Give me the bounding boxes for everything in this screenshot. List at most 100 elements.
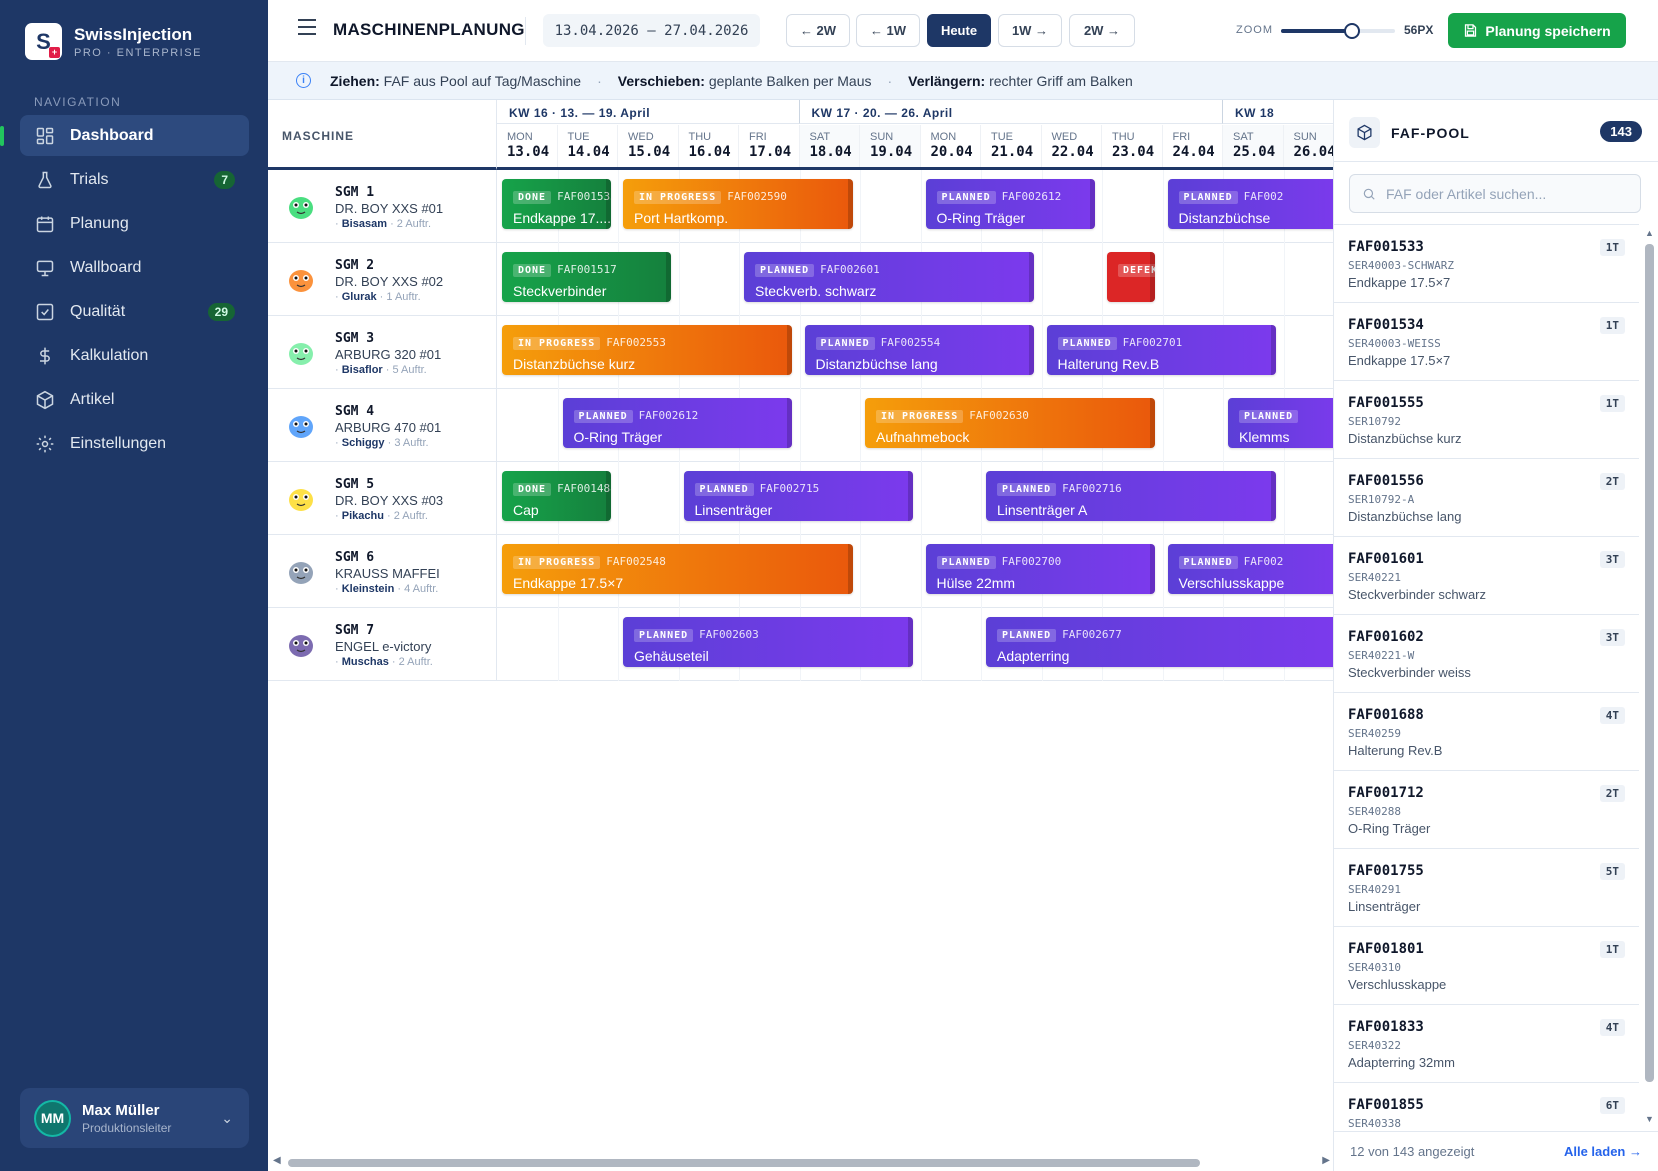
sidebar-item-label: Einstellungen: [70, 434, 167, 452]
order-bar[interactable]: PLANNED FAF002603 Gehäuseteil: [623, 617, 914, 667]
menu-icon[interactable]: [298, 19, 316, 35]
machine-meta: · Glurak · 1 Auftr.: [335, 291, 421, 303]
sidebar-item-trials[interactable]: Trials 7: [20, 159, 249, 200]
save-plan-button[interactable]: Planung speichern: [1448, 13, 1626, 48]
ser-number: SER40003-SCHWARZ: [1348, 259, 1454, 272]
back-2w-button[interactable]: ← 2W: [786, 14, 850, 47]
sidebar-item-dashboard[interactable]: Dashboard: [20, 115, 249, 156]
order-bar[interactable]: PLANNED FAF002677 Adapterring: [986, 617, 1333, 667]
machine-lane[interactable]: DONE FAF001533 Endkappe 17.... IN PROGRESS F…: [497, 170, 1333, 243]
chevron-down-icon[interactable]: ⌄: [221, 1110, 233, 1127]
order-bar[interactable]: DONE FAF001533 Endkappe 17....: [502, 179, 611, 229]
forward-1w-button[interactable]: 1W →: [998, 14, 1062, 47]
machine-info[interactable]: SGM 6 KRAUSS MAFFEI · Kleinstein · 4 Auftr…: [268, 535, 497, 608]
sidebar-item-artikel[interactable]: Artikel: [20, 379, 249, 420]
sidebar-item-planung[interactable]: Planung: [20, 203, 249, 244]
order-bar[interactable]: PLANNED FAF002612 O-Ring Träger: [925, 179, 1095, 229]
pool-item[interactable]: FAF001534 SER40003-WEISS Endkappe 17.5×7 1T: [1334, 303, 1639, 381]
faf-number: FAF002715: [759, 482, 820, 495]
machine-lane[interactable]: IN PROGRESS FAF002548 Endkappe 17.5×7 PLANN…: [497, 535, 1333, 608]
machine-lane[interactable]: PLANNED FAF002603 Gehäuseteil PLANNED FAF002…: [497, 608, 1333, 681]
duration-tag: 4T: [1599, 1019, 1625, 1036]
app-logo: S +: [25, 23, 62, 60]
sidebar-item-qualit-t[interactable]: Qualität 29: [20, 291, 249, 332]
machine-row: SGM 7 ENGEL e-victory · Muschas · 2 Auftr.…: [268, 608, 1333, 681]
order-bar[interactable]: PLANNED FAF002601 Steckverb. schwarz: [744, 252, 1035, 302]
machine-info[interactable]: SGM 7 ENGEL e-victory · Muschas · 2 Auftr.: [268, 608, 497, 681]
machine-info[interactable]: SGM 5 DR. BOY XXS #03 · Pikachu · 2 Auftr.: [268, 462, 497, 535]
status-badge: IN PROGRESS: [513, 337, 601, 350]
status-badge: PLANNED: [997, 483, 1057, 496]
user-menu[interactable]: MM Max Müller Produktionsleiter ⌄: [20, 1088, 249, 1148]
order-bar[interactable]: IN PROGRESS FAF002630 Aufnahmebock: [865, 398, 1156, 448]
sidebar-item-kalkulation[interactable]: Kalkulation: [20, 335, 249, 376]
today-button[interactable]: Heute: [927, 14, 991, 47]
brand[interactable]: S + SwissInjection PRO · ENTERPRISE: [25, 23, 202, 60]
faf-number: FAF001712: [1348, 785, 1424, 801]
scroll-right-icon[interactable]: ▶: [1322, 1155, 1330, 1166]
order-bar[interactable]: IN PROGRESS FAF002590 Port Hartkomp.: [623, 179, 853, 229]
pool-search[interactable]: [1349, 174, 1641, 213]
pool-item[interactable]: FAF001755 SER40291 Linsenträger 5T: [1334, 849, 1639, 927]
sidebar-nav: Dashboard Trials 7 Planung Wallboard Qualität…: [20, 115, 249, 467]
zoom-slider[interactable]: [1281, 23, 1395, 39]
pool-item[interactable]: FAF001556 SER10792-A Distanzbüchse lang 2T: [1334, 459, 1639, 537]
order-bar[interactable]: DEFEKT: [1107, 252, 1156, 302]
zoom-slider-thumb[interactable]: [1343, 23, 1360, 39]
date-range-display[interactable]: 13.04.2026 — 27.04.2026: [543, 14, 760, 47]
order-bar[interactable]: DONE FAF001488 Cap: [502, 471, 611, 521]
day-header: TUE 21.04: [981, 125, 1042, 167]
machine-lane[interactable]: DONE FAF001488 Cap PLANNED FAF002715 Linsentr…: [497, 462, 1333, 535]
machine-name: ARBURG 320 #01: [335, 347, 442, 362]
pool-item[interactable]: FAF001602 SER40221-W Steckverbinder weiss 3…: [1334, 615, 1639, 693]
pool-item[interactable]: FAF001712 SER40288 O-Ring Träger 2T: [1334, 771, 1639, 849]
machine-lane[interactable]: IN PROGRESS FAF002553 Distanzbüchse kurz PL…: [497, 316, 1333, 389]
order-bar[interactable]: PLANNED FAF002700 Hülse 22mm: [925, 544, 1156, 594]
order-bar[interactable]: PLANNED FAF002701 Halterung Rev.B: [1046, 325, 1277, 375]
sidebar-item-einstellungen[interactable]: Einstellungen: [20, 423, 249, 464]
order-bar[interactable]: PLANNED FAF002 Distanzbüchse: [1167, 179, 1333, 229]
order-bar[interactable]: DONE FAF001517 Steckverbinder: [502, 252, 672, 302]
box-icon: [34, 389, 56, 411]
timeline-header: KW 16 · 13. — 19. April KW 17 · 20. — 26.…: [497, 100, 1333, 170]
day-name: WED: [1051, 131, 1078, 143]
scrollbar-thumb[interactable]: [1645, 244, 1654, 1082]
forward-2w-button[interactable]: 2W →: [1069, 14, 1135, 47]
load-all-link[interactable]: Alle laden →: [1564, 1144, 1642, 1159]
pool-item[interactable]: FAF001801 SER40310 Verschlusskappe 1T: [1334, 927, 1639, 1005]
pool-item[interactable]: FAF001833 SER40322 Adapterring 32mm 4T: [1334, 1005, 1639, 1083]
pool-search-input[interactable]: [1386, 185, 1626, 202]
user-role: Produktionsleiter: [82, 1120, 172, 1135]
pool-item[interactable]: FAF001555 SER10792 Distanzbüchse kurz 1T: [1334, 381, 1639, 459]
order-bar[interactable]: PLANNED FAF002716 Linsenträger A: [986, 471, 1277, 521]
order-bar[interactable]: PLANNED FAF002612 O-Ring Träger: [562, 398, 793, 448]
scroll-up-icon[interactable]: ▲: [1645, 228, 1654, 238]
back-1w-button[interactable]: ← 1W: [856, 14, 920, 47]
ser-number: SER40338: [1348, 1117, 1401, 1130]
order-bar[interactable]: IN PROGRESS FAF002548 Endkappe 17.5×7: [502, 544, 853, 594]
sidebar-item-wallboard[interactable]: Wallboard: [20, 247, 249, 288]
order-count: · 2 Auftr.: [391, 656, 433, 668]
day-date: 25.04: [1233, 144, 1276, 160]
scrollbar-thumb[interactable]: [288, 1159, 1200, 1167]
pool-item[interactable]: FAF001601 SER40221 Steckverbinder schwarz 3…: [1334, 537, 1639, 615]
order-bar[interactable]: PLANNED FAF002 Verschlusskappe: [1167, 544, 1333, 594]
pool-scrollbar[interactable]: ▲ ▼: [1640, 224, 1658, 1131]
order-bar[interactable]: IN PROGRESS FAF002553 Distanzbüchse kurz: [502, 325, 793, 375]
order-bar[interactable]: PLANNED FAF002715 Linsenträger: [683, 471, 914, 521]
pool-item[interactable]: FAF001533 SER40003-SCHWARZ Endkappe 17.5×7…: [1334, 225, 1639, 303]
horizontal-scrollbar[interactable]: ◀ ▶: [268, 1152, 1333, 1171]
machine-info[interactable]: SGM 4 ARBURG 470 #01 · Schiggy · 3 Auftr.: [268, 389, 497, 462]
order-bar[interactable]: PLANNED FAF002554 Distanzbüchse lang: [804, 325, 1035, 375]
machine-info[interactable]: SGM 2 DR. BOY XXS #02 · Glurak · 1 Auftr.: [268, 243, 497, 316]
machine-info[interactable]: SGM 1 DR. BOY XXS #01 · Bisasam · 2 Auftr.: [268, 170, 497, 243]
scroll-left-icon[interactable]: ◀: [273, 1155, 281, 1166]
machine-info[interactable]: SGM 3 ARBURG 320 #01 · Bisaflor · 5 Auftr.: [268, 316, 497, 389]
pool-item[interactable]: FAF001855 SER40338 6T: [1334, 1083, 1639, 1131]
pool-item[interactable]: FAF001688 SER40259 Halterung Rev.B 4T: [1334, 693, 1639, 771]
scroll-down-icon[interactable]: ▼: [1645, 1114, 1654, 1124]
machine-lane[interactable]: PLANNED FAF002612 O-Ring Träger IN PROGRESS…: [497, 389, 1333, 462]
machine-lane[interactable]: DONE FAF001517 Steckverbinder PLANNED FAF002…: [497, 243, 1333, 316]
order-bar[interactable]: PLANNED Klemms: [1228, 398, 1333, 448]
info-key: Verschieben:: [617, 72, 705, 89]
